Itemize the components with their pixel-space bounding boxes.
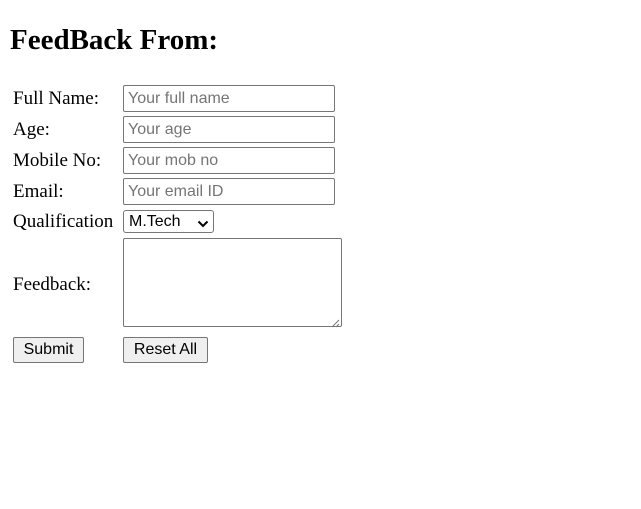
email-label: Email: [13,181,64,202]
feedback-label: Feedback: [13,274,92,295]
feedback-textarea[interactable] [123,238,342,328]
chevron-down-icon [197,216,209,228]
full-name-label: Full Name: [13,88,100,109]
mobile-input[interactable] [123,147,335,174]
mobile-label: Mobile No: [13,150,102,171]
qualification-label: Qualification [13,211,114,232]
resize-grip-icon[interactable] [330,315,340,328]
page-title: FeedBack From: [10,24,219,56]
age-label: Age: [13,119,50,140]
submit-button[interactable]: Submit [13,337,84,363]
age-input[interactable] [123,116,335,143]
qualification-select[interactable]: M.Tech [123,210,214,233]
qualification-selected-value: M.Tech [129,213,181,230]
reset-button[interactable]: Reset All [123,337,208,363]
email-input[interactable] [123,178,335,205]
full-name-input[interactable] [123,85,335,112]
